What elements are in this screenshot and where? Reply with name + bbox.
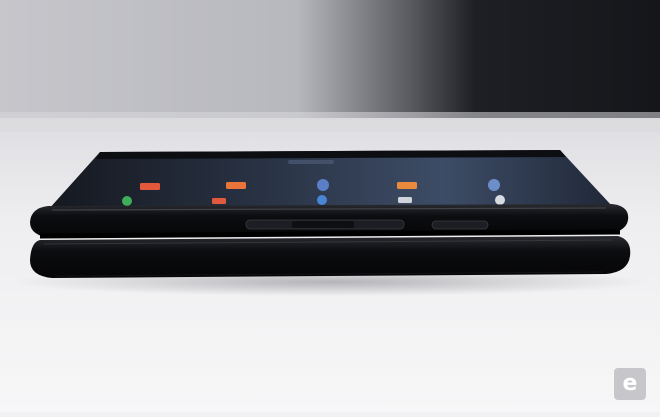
engadget-logo-watermark: e bbox=[614, 368, 646, 400]
engadget-logo-glyph: e bbox=[622, 371, 638, 396]
side-buttons bbox=[245, 219, 489, 230]
phone-screen bbox=[48, 150, 612, 210]
photo-scene: e bbox=[0, 0, 660, 412]
